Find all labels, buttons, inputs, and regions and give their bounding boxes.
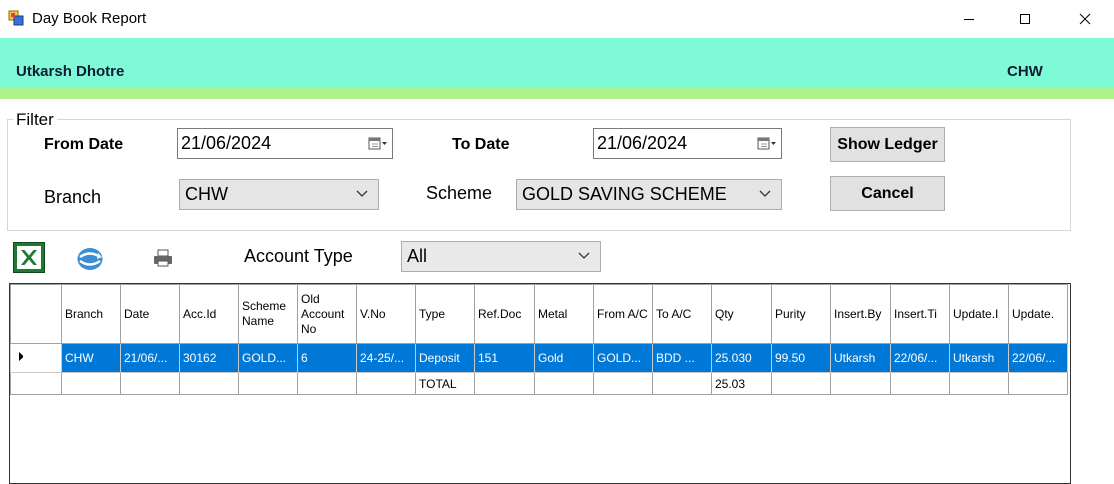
total-qty[interactable]: 25.03 [711, 372, 772, 395]
column-header[interactable]: Branch [61, 284, 121, 344]
table-cell[interactable]: 30162 [179, 343, 239, 373]
account-type-label: Account Type [244, 246, 353, 266]
header-branch-code: CHW [1007, 63, 1043, 80]
row-header-corner [10, 284, 62, 344]
column-header[interactable]: Date [120, 284, 180, 344]
calendar-dropdown-icon[interactable] [368, 137, 388, 151]
title-bar: Day Book Report [0, 0, 1114, 38]
show-ledger-button[interactable]: Show Ledger [830, 127, 945, 162]
header-band [0, 38, 1114, 88]
column-header[interactable]: Update.I [949, 284, 1009, 344]
table-cell[interactable] [120, 372, 180, 395]
table-cell[interactable]: GOLD... [593, 343, 653, 373]
branch-label: Branch [44, 187, 102, 207]
table-cell[interactable] [61, 372, 121, 395]
row-header[interactable] [10, 343, 62, 373]
header-strip [0, 88, 1114, 99]
column-header[interactable]: Purity [771, 284, 831, 344]
account-type-select[interactable]: All [401, 241, 601, 272]
table-cell[interactable]: Utkarsh [830, 343, 891, 373]
table-cell[interactable]: 6 [297, 343, 357, 373]
column-header[interactable]: Old Account No [297, 284, 357, 344]
table-cell[interactable] [356, 372, 416, 395]
close-button[interactable] [1062, 0, 1108, 38]
filter-legend: Filter [13, 110, 57, 130]
chevron-down-icon [356, 190, 368, 197]
table-row[interactable]: CHW 21/06/... 30162 GOLD... 6 24-25/... … [10, 343, 1068, 373]
chevron-down-icon [578, 252, 590, 259]
total-label[interactable]: TOTAL [415, 372, 475, 395]
table-cell[interactable] [830, 372, 891, 395]
row-header[interactable] [10, 372, 62, 395]
ledger-grid[interactable]: Branch Date Acc.Id Scheme Name Old Accou… [9, 283, 1071, 484]
grid-header-row: Branch Date Acc.Id Scheme Name Old Accou… [10, 284, 1068, 344]
column-header[interactable]: Ref.Doc [474, 284, 535, 344]
calendar-dropdown-icon[interactable] [757, 137, 777, 151]
column-header[interactable]: Type [415, 284, 475, 344]
from-date-picker[interactable]: 21/06/2024 [177, 128, 393, 159]
column-header[interactable]: Update. [1008, 284, 1068, 344]
column-header[interactable]: From A/C [593, 284, 653, 344]
refresh-icon[interactable] [76, 246, 104, 272]
table-cell[interactable]: GOLD... [238, 343, 298, 373]
ledger-table: Branch Date Acc.Id Scheme Name Old Accou… [10, 284, 1068, 395]
column-header[interactable]: Metal [534, 284, 594, 344]
table-cell[interactable]: Gold [534, 343, 594, 373]
table-cell[interactable] [593, 372, 653, 395]
column-header[interactable]: Qty [711, 284, 772, 344]
current-row-arrow-icon [19, 352, 24, 361]
maximize-icon [1020, 14, 1030, 24]
column-header[interactable]: Insert.Ti [890, 284, 950, 344]
excel-icon[interactable] [13, 242, 45, 273]
table-cell[interactable]: BDD ... [652, 343, 712, 373]
branch-select[interactable]: CHW [179, 179, 379, 210]
table-cell[interactable] [534, 372, 594, 395]
table-cell[interactable] [474, 372, 535, 395]
table-cell[interactable]: Utkarsh [949, 343, 1009, 373]
table-cell[interactable] [949, 372, 1009, 395]
from-date-label: From Date [44, 136, 124, 153]
column-header[interactable]: V.No [356, 284, 416, 344]
maximize-button[interactable] [1002, 0, 1048, 38]
minimize-icon [964, 19, 974, 20]
window-title: Day Book Report [32, 10, 147, 27]
close-icon [1079, 13, 1091, 25]
to-date-picker[interactable]: 21/06/2024 [593, 128, 782, 159]
table-cell[interactable] [238, 372, 298, 395]
chevron-down-icon [759, 190, 771, 197]
table-cell[interactable] [652, 372, 712, 395]
table-cell[interactable]: 25.030 [711, 343, 772, 373]
column-header[interactable]: Insert.By [830, 284, 891, 344]
table-cell[interactable] [297, 372, 357, 395]
column-header[interactable]: To A/C [652, 284, 712, 344]
user-name: Utkarsh Dhotre [16, 63, 125, 80]
table-cell[interactable]: 151 [474, 343, 535, 373]
app-icon [8, 10, 24, 26]
table-cell[interactable]: CHW [61, 343, 121, 373]
minimize-button[interactable] [946, 0, 992, 38]
to-date-label: To Date [452, 136, 510, 153]
table-cell[interactable]: 22/06/... [1008, 343, 1068, 373]
column-header[interactable]: Scheme Name [238, 284, 298, 344]
branch-value: CHW [185, 184, 228, 204]
scheme-select[interactable]: GOLD SAVING SCHEME [516, 179, 782, 210]
scheme-value: GOLD SAVING SCHEME [522, 184, 727, 204]
table-cell[interactable] [890, 372, 950, 395]
table-cell[interactable] [1008, 372, 1068, 395]
table-cell[interactable]: 22/06/... [890, 343, 950, 373]
table-cell[interactable]: 99.50 [771, 343, 831, 373]
scheme-label: Scheme [426, 183, 493, 203]
total-row[interactable]: TOTAL 25.03 [10, 372, 1068, 395]
account-type-value: All [407, 246, 428, 266]
from-date-value: 21/06/2024 [181, 133, 272, 153]
table-cell[interactable]: 21/06/... [120, 343, 180, 373]
column-header[interactable]: Acc.Id [179, 284, 239, 344]
table-cell[interactable] [179, 372, 239, 395]
table-cell[interactable]: 24-25/... [356, 343, 416, 373]
table-cell[interactable] [771, 372, 831, 395]
table-cell[interactable]: Deposit [415, 343, 475, 373]
printer-icon[interactable] [152, 248, 174, 268]
cancel-button[interactable]: Cancel [830, 176, 945, 211]
to-date-value: 21/06/2024 [597, 133, 688, 153]
